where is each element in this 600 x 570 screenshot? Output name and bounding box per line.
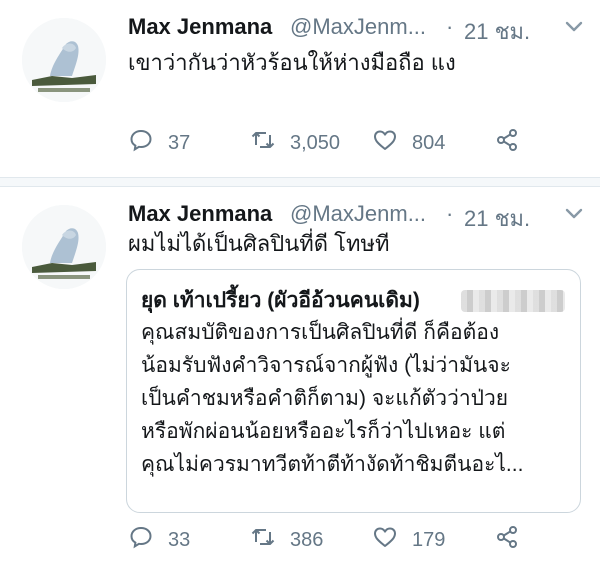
separator-dot: ·: [446, 14, 454, 39]
quoted-text-line: เป็นคำชมหรือคำติก็ตาม) จะแก้ตัวว่าป่วย: [141, 387, 509, 410]
heart-icon: [372, 127, 412, 159]
like-count: 179: [412, 528, 446, 551]
tweet-text: เขาว่ากันว่าหัวร้อนให้ห่างมือถือ แง: [128, 50, 456, 75]
reply-button[interactable]: 37: [128, 126, 190, 160]
like-button[interactable]: 804: [372, 126, 445, 160]
chevron-down-icon[interactable]: [560, 12, 588, 40]
retweet-count: 3,050: [290, 131, 341, 154]
timestamp[interactable]: 21 ชม.: [464, 14, 530, 49]
share-icon: [494, 127, 534, 159]
author-name[interactable]: Max Jenmana: [128, 201, 272, 227]
quoted-text-line: น้อมรับฟังคำวิจารณ์จากผู้ฟัง (ไม่ว่ามันจ…: [141, 354, 511, 377]
quoted-author-name: ยุด เท้าเปรี้ยว (ผัวอีอ้วนคนเดิม): [141, 289, 420, 312]
share-button[interactable]: [494, 523, 534, 557]
tweet-header: Max Jenmana @MaxJenm... · 21 ชม.: [128, 197, 588, 231]
author-handle[interactable]: @MaxJenm...: [290, 201, 426, 227]
retweet-icon: [250, 127, 290, 159]
heart-icon: [372, 524, 412, 556]
reply-icon: [128, 524, 168, 556]
like-count: 804: [412, 131, 446, 154]
tweet-header: Max Jenmana @MaxJenm... · 21 ชม.: [128, 10, 588, 44]
reply-icon: [128, 127, 168, 159]
retweet-count: 386: [290, 528, 324, 551]
quoted-text-line: คุณไม่ควรมาทวีตท้าตีท้างัดท้าชิมตีนอะไ..…: [141, 453, 524, 476]
reply-button[interactable]: 33: [128, 523, 190, 557]
tweet[interactable]: Max Jenmana @MaxJenm... · 21 ชม. เขาว่าก…: [0, 0, 600, 178]
like-button[interactable]: 179: [372, 523, 445, 557]
blurred-handle: [461, 290, 565, 312]
quoted-tweet-header: ยุด เท้าเปรี้ยว (ผัวอีอ้วนคนเดิม): [141, 284, 566, 316]
tweet-actions: 37 3,050 804: [128, 126, 588, 160]
tweet[interactable]: Max Jenmana @MaxJenm... · 21 ชม. ผมไม่ได…: [0, 186, 600, 570]
retweet-button[interactable]: 386: [250, 523, 323, 557]
quoted-tweet[interactable]: ยุด เท้าเปรี้ยว (ผัวอีอ้วนคนเดิม) คุณสมบ…: [126, 269, 581, 513]
quoted-text-line: คุณสมบัติของการเป็นศิลปินที่ดี ก็คือต้อง: [141, 321, 500, 344]
author-handle[interactable]: @MaxJenm...: [290, 14, 426, 40]
tweet-actions: 33 386 179: [128, 523, 588, 557]
share-button[interactable]: [494, 126, 534, 160]
tweet-text: ผมไม่ได้เป็นศิลปินที่ดี โทษที: [128, 231, 390, 256]
retweet-button[interactable]: 3,050: [250, 126, 340, 160]
reply-count: 33: [168, 528, 191, 551]
timestamp[interactable]: 21 ชม.: [464, 201, 530, 236]
share-icon: [494, 524, 534, 556]
avatar[interactable]: [22, 18, 106, 102]
separator-dot: ·: [446, 201, 454, 226]
reply-count: 37: [168, 131, 191, 154]
tweet-divider: [0, 178, 600, 186]
quoted-text-line: หรือพักผ่อนน้อยหรืออะไรก็ว่าไปเหอะ แต่: [141, 420, 506, 443]
author-name[interactable]: Max Jenmana: [128, 14, 272, 40]
retweet-icon: [250, 524, 290, 556]
avatar[interactable]: [22, 205, 106, 289]
chevron-down-icon[interactable]: [560, 199, 588, 227]
